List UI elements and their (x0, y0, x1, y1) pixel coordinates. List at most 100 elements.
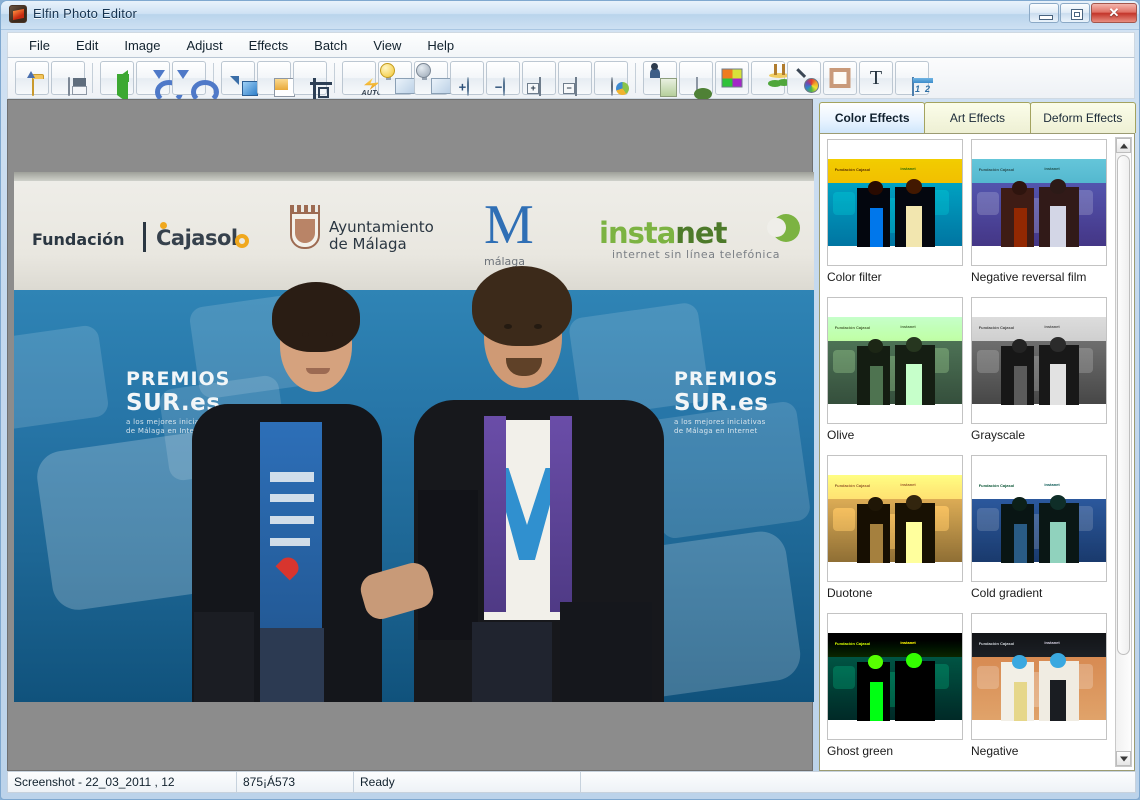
landscape-effect-button[interactable] (679, 61, 713, 96)
instanet-part1: insta (599, 216, 676, 250)
effect-thumbnail[interactable]: Fundación Cajasol instanet (971, 613, 1107, 740)
open-button[interactable] (15, 61, 49, 96)
saturation-decrease-button[interactable]: − (558, 61, 592, 96)
effects-tab-bar: Color Effects Art Effects Deform Effects (819, 102, 1136, 133)
brightness-up-button[interactable] (378, 61, 412, 95)
effect-item-negative[interactable]: Fundación Cajasol instanet Negative (971, 613, 1107, 760)
effect-label: Color filter (827, 270, 882, 284)
effect-thumbnail[interactable]: Fundación Cajasol instanet (971, 455, 1107, 582)
frame-button[interactable] (823, 61, 857, 95)
color-picker-button[interactable] (787, 61, 821, 95)
effect-item-grayscale[interactable]: Fundación Cajasol instanet Grayscale (971, 297, 1107, 444)
saturation-increase-button[interactable]: + (522, 61, 556, 96)
toolbar: AUTO + − + − T 12 (7, 58, 1135, 103)
application-window: Elfin Photo Editor ✕ File Edit Image Adj… (0, 0, 1140, 800)
canvas-size-button[interactable] (257, 61, 291, 95)
tab-deform-effects[interactable]: Deform Effects (1029, 102, 1136, 133)
menu-item-help[interactable]: Help (414, 35, 467, 56)
effect-label: Cold gradient (971, 586, 1043, 600)
effect-thumbnail[interactable]: Fundación Cajasol instanet (827, 297, 963, 424)
image-canvas[interactable]: Fundación Cajasol Ayuntamiento de Málaga… (14, 172, 814, 702)
saturation-minus-icon: − (563, 77, 577, 96)
toolbar-separator (334, 63, 335, 93)
effect-thumbnail[interactable]: Fundación Cajasol instanet (971, 139, 1107, 266)
close-icon: ✕ (1108, 5, 1120, 20)
color-effects-button[interactable] (715, 61, 749, 95)
effect-item-negative-reversal-film[interactable]: Fundación Cajasol instanet Negative reve… (971, 139, 1107, 286)
effect-label: Negative reversal film (971, 270, 1087, 284)
portrait-effect-button[interactable] (643, 61, 677, 95)
menu-item-adjust[interactable]: Adjust (174, 35, 236, 56)
tab-color-effects[interactable]: Color Effects (819, 102, 926, 133)
menu-item-file[interactable]: File (16, 35, 63, 56)
effect-thumbnail[interactable]: Fundación Cajasol instanet (827, 455, 963, 582)
title-bar: Elfin Photo Editor ✕ (1, 1, 1139, 30)
effect-thumbnail[interactable]: Fundación Cajasol instanet (827, 613, 963, 740)
status-state: Ready (353, 771, 581, 793)
scrollbar-thumb[interactable] (1117, 155, 1130, 655)
contrast-decrease-button[interactable]: − (486, 61, 520, 96)
resize-button[interactable] (221, 61, 255, 95)
effect-item-ghost-green[interactable]: Fundación Cajasol instanet Ghost green (827, 613, 963, 760)
redo-button[interactable] (172, 61, 206, 95)
effect-item-cold-gradient[interactable]: Fundación Cajasol instanet Cold gradient (971, 455, 1107, 602)
maximize-button[interactable] (1060, 3, 1090, 23)
text-button[interactable]: T (859, 61, 893, 95)
photo-logo-m-mark: M (484, 194, 534, 256)
saturation-plus-icon: + (527, 77, 541, 96)
ayuntamiento-line1: Ayuntamiento (329, 218, 434, 236)
instanet-mark-icon (767, 214, 800, 242)
effects-scrollbar[interactable] (1115, 137, 1132, 767)
cajasol-o-icon (235, 234, 249, 248)
contrast-increase-button[interactable]: + (450, 61, 484, 96)
brightness-down-button[interactable] (414, 61, 448, 95)
effect-thumbnail[interactable]: Fundación Cajasol instanet (827, 139, 963, 266)
status-dimensions: 875¡Á573 (236, 771, 354, 793)
color-balance-icon (611, 77, 613, 96)
effect-item-color-filter[interactable]: Fundación Cajasol instanet Color filter (827, 139, 963, 286)
contrast-minus-icon: − (494, 77, 505, 96)
backdrop-premios-left: PREMIOS (126, 368, 231, 390)
contrast-plus-icon: + (458, 77, 469, 96)
photo-logo-cajasol: Cajasol (156, 226, 238, 250)
back-button[interactable] (100, 61, 134, 103)
undo-button[interactable] (136, 61, 170, 95)
minimize-icon (1039, 15, 1053, 20)
two-pane-icon: 12 (912, 77, 930, 96)
menu-item-edit[interactable]: Edit (63, 35, 111, 56)
minimize-button[interactable] (1029, 3, 1059, 23)
canvas-workspace[interactable]: Fundación Cajasol Ayuntamiento de Málaga… (7, 99, 814, 771)
scroll-down-button[interactable] (1116, 751, 1131, 766)
picture-frame-icon (829, 68, 851, 88)
scene-effects-button[interactable] (751, 61, 791, 95)
compare-view-button[interactable]: 12 (895, 61, 930, 96)
malaga-crest-icon (290, 205, 320, 249)
scroll-down-arrow-icon (1119, 756, 1128, 761)
status-extra (580, 771, 1136, 793)
menu-item-image[interactable]: Image (111, 35, 173, 56)
tab-art-effects[interactable]: Art Effects (924, 102, 1031, 133)
effect-item-olive[interactable]: Fundación Cajasol instanet Olive (827, 297, 963, 444)
effect-thumbnail[interactable]: Fundación Cajasol instanet (971, 297, 1107, 424)
status-bar: Screenshot - 22_03_2011 , 12 875¡Á573 Re… (7, 771, 1136, 793)
backdrop-small-right-1: a los mejores iniciativas (674, 418, 766, 426)
effect-item-duotone[interactable]: Fundación Cajasol instanet Duotone (827, 455, 963, 602)
ayuntamiento-line2: de Málaga (329, 235, 407, 253)
toolbar-separator (92, 63, 93, 93)
color-balance-button[interactable] (594, 61, 628, 96)
photo-logo-instanet-tagline: internet sin línea telefónica (612, 248, 781, 261)
effect-preview-image: Fundación Cajasol instanet (972, 158, 1106, 247)
menu-bar: File Edit Image Adjust Effects Batch Vie… (7, 32, 1135, 58)
menu-item-view[interactable]: View (360, 35, 414, 56)
menu-item-effects[interactable]: Effects (236, 35, 302, 56)
save-button[interactable] (51, 61, 85, 96)
text-t-icon: T (869, 67, 883, 89)
photo-logo-fundacion: Fundación (32, 230, 125, 249)
scroll-up-button[interactable] (1116, 138, 1131, 153)
auto-enhance-button[interactable]: AUTO (342, 61, 382, 97)
menu-item-batch[interactable]: Batch (301, 35, 360, 56)
close-button[interactable]: ✕ (1091, 3, 1137, 23)
instanet-part2: net (675, 216, 727, 250)
effect-label: Ghost green (827, 744, 894, 758)
crop-button[interactable] (293, 61, 329, 98)
